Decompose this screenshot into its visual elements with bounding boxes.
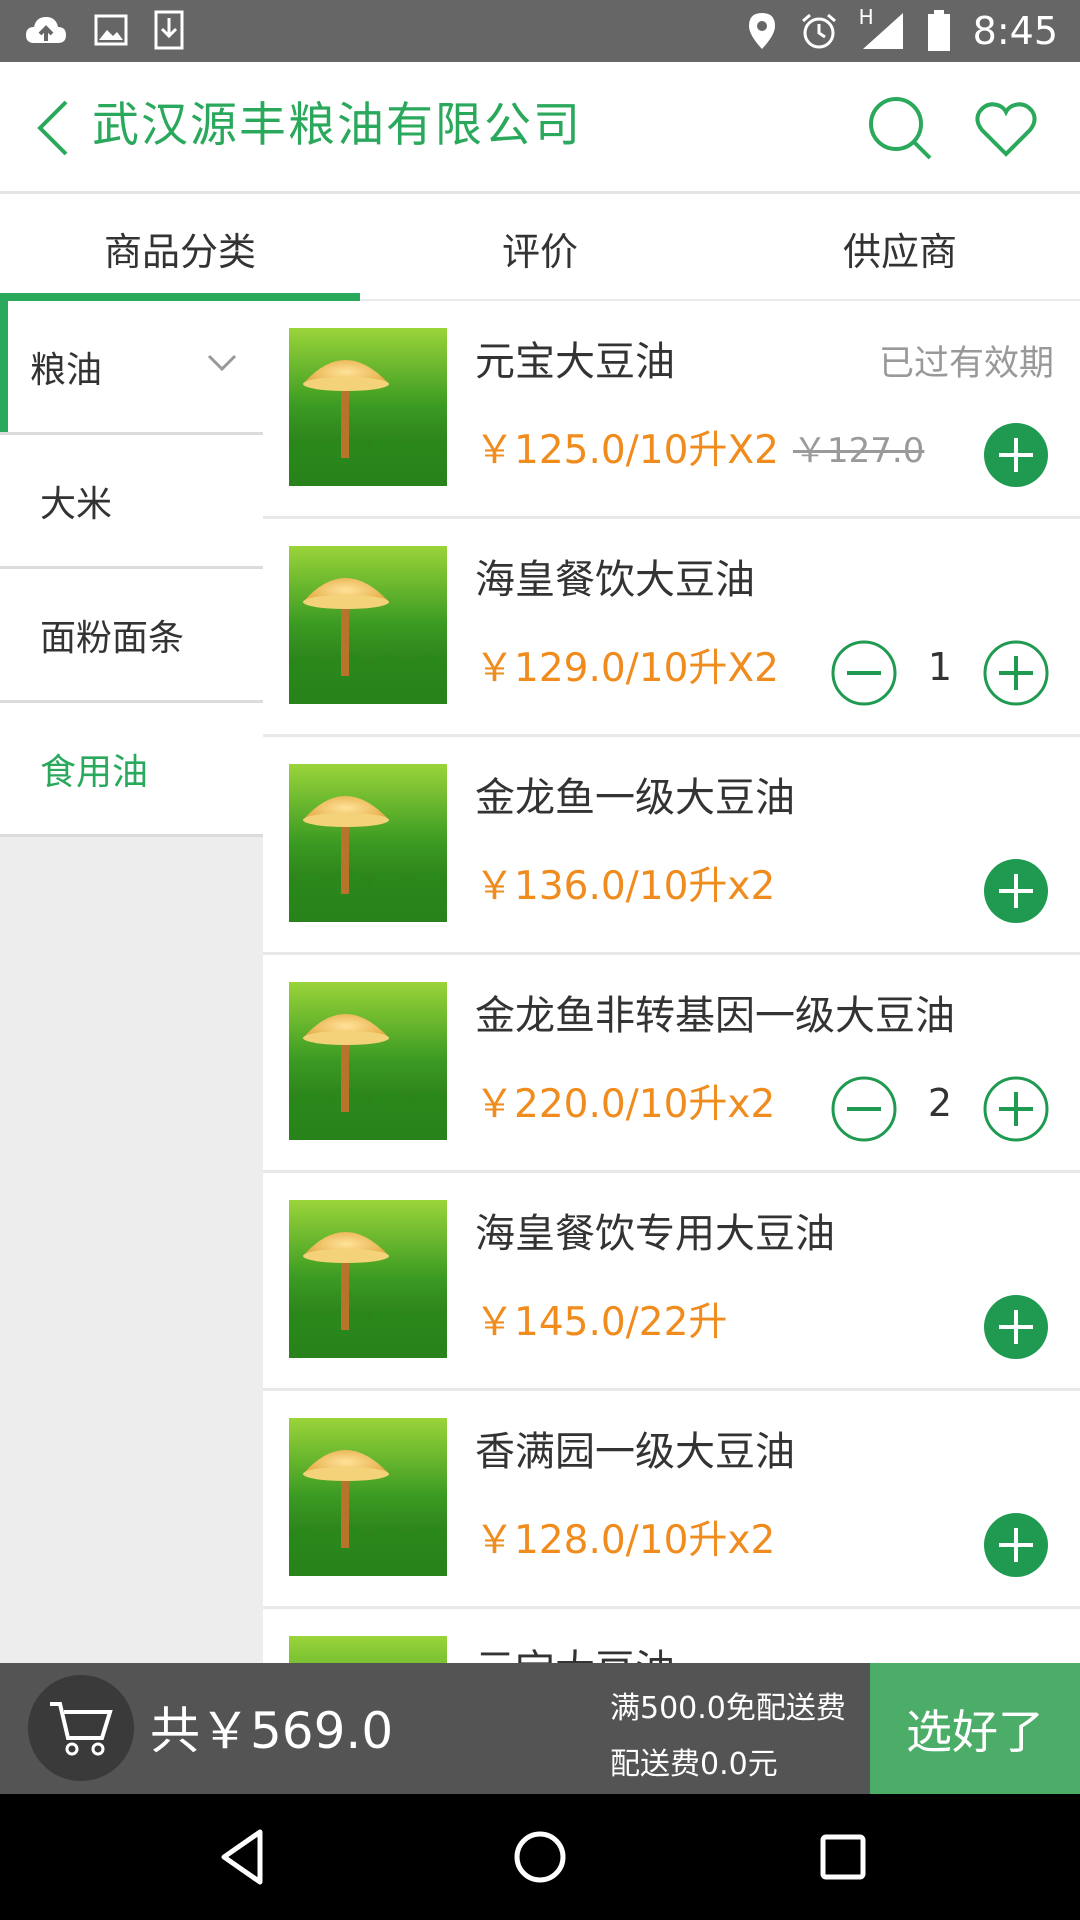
page-title: 武汉源丰粮油有限公司 xyxy=(92,98,582,153)
heart-icon[interactable] xyxy=(974,98,1038,162)
product-name: 金龙鱼一级大豆油 xyxy=(475,775,795,821)
sidebar-item-rice[interactable]: 大米 xyxy=(0,435,263,569)
recents-nav-icon[interactable] xyxy=(810,1824,876,1890)
list-item[interactable]: 元宝大豆油 已过有效期 ￥125.0/10升X2 ￥127.0 xyxy=(263,301,1080,519)
product-name: 元宝大豆油 xyxy=(475,339,675,385)
add-button[interactable] xyxy=(983,422,1049,488)
product-price: ￥129.0/10升X2 xyxy=(475,646,779,691)
category-sidebar: 粮油 大米 面粉面条 食用油 xyxy=(0,301,263,1663)
product-image xyxy=(289,1200,447,1358)
tab-reviews[interactable]: 评价 xyxy=(360,197,720,299)
product-name: 海皇餐饮专用大豆油 xyxy=(475,1211,835,1257)
product-list: 元宝大豆油 已过有效期 ￥125.0/10升X2 ￥127.0 海皇餐饮大豆油 … xyxy=(263,301,1080,1663)
increase-button[interactable] xyxy=(983,640,1049,706)
battery-icon xyxy=(927,10,950,51)
product-image xyxy=(289,982,447,1140)
tab-categories[interactable]: 商品分类 xyxy=(0,197,360,301)
product-price: ￥220.0/10升x2 xyxy=(475,1082,776,1127)
shipping-fee: 配送费0.0元 xyxy=(610,1747,778,1782)
status-bar: H 8:45 xyxy=(0,0,1080,62)
sidebar-item-grain-oil[interactable]: 粮油 xyxy=(0,301,263,435)
add-button[interactable] xyxy=(983,858,1049,924)
location-icon xyxy=(748,13,775,49)
tab-supplier[interactable]: 供应商 xyxy=(720,197,1080,299)
sidebar-item-label: 大米 xyxy=(40,483,113,525)
list-item[interactable]: 海皇餐饮大豆油 ￥129.0/10升X2 1 xyxy=(263,519,1080,737)
search-icon[interactable] xyxy=(866,94,934,162)
home-nav-icon[interactable] xyxy=(507,1824,573,1890)
cart-icon xyxy=(50,1702,113,1756)
add-button[interactable] xyxy=(983,1512,1049,1578)
product-name: 香满园一级大豆油 xyxy=(475,1429,795,1475)
original-price: ￥127.0 xyxy=(793,431,925,471)
chevron-down-icon xyxy=(207,354,237,372)
status-badge: 已过有效期 xyxy=(878,344,1054,384)
list-item[interactable]: 香满园一级大豆油 ￥128.0/10升x2 xyxy=(263,1391,1080,1609)
tab-bar: 商品分类 评价 供应商 xyxy=(0,197,1080,301)
product-price: ￥145.0/22升 xyxy=(475,1300,728,1345)
quantity-value: 2 xyxy=(927,1081,953,1125)
system-nav-bar xyxy=(0,1794,1080,1920)
sidebar-item-label: 面粉面条 xyxy=(40,617,185,659)
back-icon[interactable] xyxy=(22,96,82,160)
product-image xyxy=(289,1636,447,1663)
clock: 8:45 xyxy=(972,9,1058,53)
sidebar-item-label: 粮油 xyxy=(30,349,103,391)
product-price: ￥136.0/10升x2 xyxy=(475,864,776,909)
product-image xyxy=(289,1418,447,1576)
product-name: 元宝大豆油 xyxy=(475,1637,675,1663)
product-price: ￥125.0/10升X2 xyxy=(475,428,779,473)
product-image xyxy=(289,764,447,922)
list-item[interactable]: 元宝大豆油 xyxy=(263,1609,1080,1663)
sidebar-item-label: 食用油 xyxy=(40,751,149,793)
product-name: 金龙鱼非转基因一级大豆油 xyxy=(475,993,955,1039)
product-image xyxy=(289,328,447,486)
quantity-value: 1 xyxy=(927,645,953,689)
cart-button[interactable] xyxy=(28,1675,134,1781)
cart-total: 共￥569.0 xyxy=(150,1702,394,1760)
decrease-button[interactable] xyxy=(831,1076,897,1142)
sidebar-item-cooking-oil[interactable]: 食用油 xyxy=(0,703,263,837)
cloud-upload-icon xyxy=(26,17,66,43)
image-icon xyxy=(94,14,128,46)
add-button[interactable] xyxy=(983,1294,1049,1360)
product-name: 海皇餐饮大豆油 xyxy=(475,557,755,603)
list-item[interactable]: 金龙鱼非转基因一级大豆油 ￥220.0/10升x2 2 xyxy=(263,955,1080,1173)
cart-bar: 共￥569.0 满500.0免配送费 配送费0.0元 选好了 xyxy=(0,1663,1080,1794)
checkout-button[interactable]: 选好了 xyxy=(870,1663,1080,1794)
list-item[interactable]: 金龙鱼一级大豆油 ￥136.0/10升x2 xyxy=(263,737,1080,955)
signal-icon: H xyxy=(859,5,905,51)
header: 武汉源丰粮油有限公司 xyxy=(0,62,1080,194)
decrease-button[interactable] xyxy=(831,640,897,706)
free-shipping-note: 满500.0免配送费 xyxy=(610,1691,846,1726)
back-nav-icon[interactable] xyxy=(210,1824,276,1890)
list-item[interactable]: 海皇餐饮专用大豆油 ￥145.0/22升 xyxy=(263,1173,1080,1391)
product-image xyxy=(289,546,447,704)
increase-button[interactable] xyxy=(983,1076,1049,1142)
download-icon xyxy=(154,10,184,50)
sidebar-item-flour-noodles[interactable]: 面粉面条 xyxy=(0,569,263,703)
product-price: ￥128.0/10升x2 xyxy=(475,1518,776,1563)
alarm-icon xyxy=(801,13,836,49)
